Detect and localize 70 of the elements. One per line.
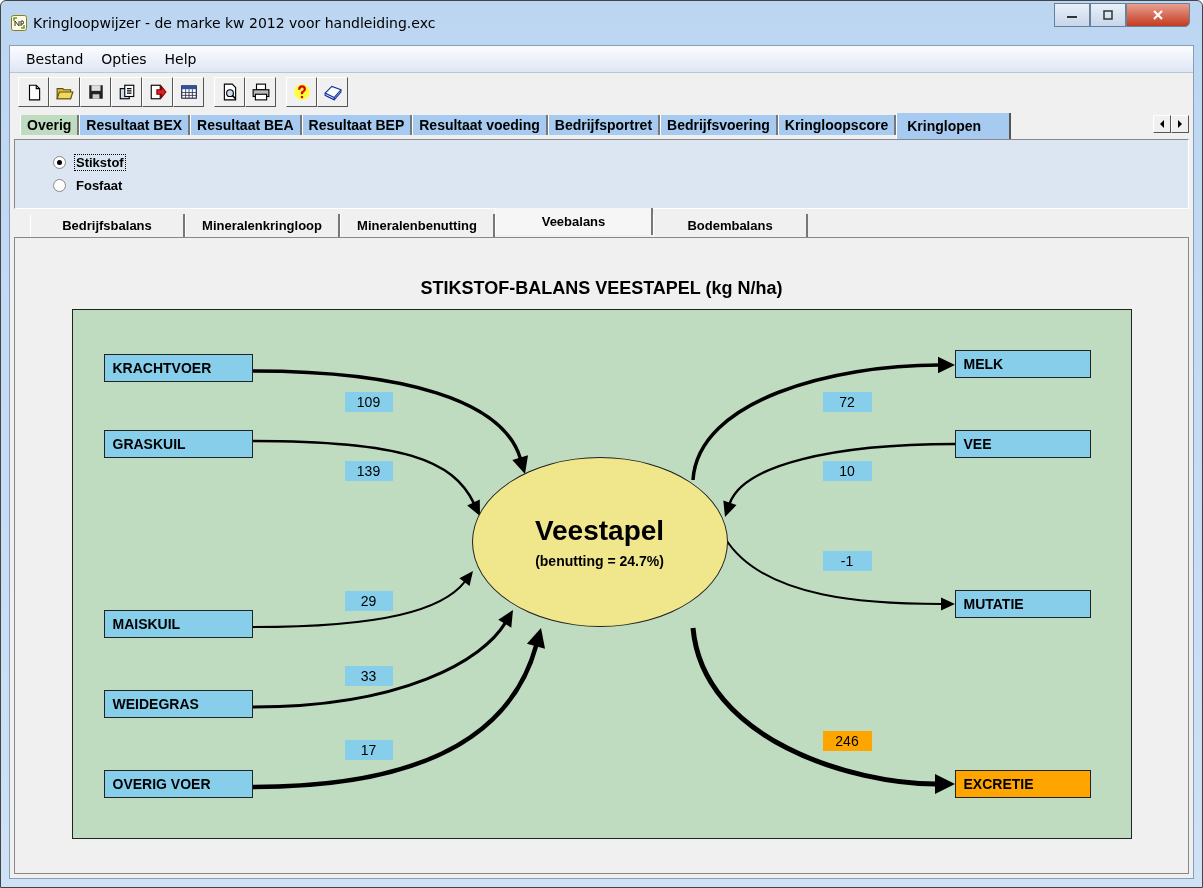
help-button[interactable] xyxy=(286,77,317,107)
center-subtitle: (benutting = 24.7%) xyxy=(535,553,664,569)
output-label: VEE xyxy=(954,430,1091,458)
flow-value: 109 xyxy=(344,392,393,412)
tab[interactable]: Resultaat BEX xyxy=(79,115,191,135)
tab[interactable]: Veebalans xyxy=(495,208,653,235)
print-preview-button[interactable] xyxy=(214,77,245,107)
book-icon xyxy=(323,83,342,101)
input-label: WEIDEGRAS xyxy=(103,690,253,718)
tab[interactable]: Resultaat BEA xyxy=(190,115,302,135)
table-button[interactable] xyxy=(173,77,204,107)
tab[interactable]: Bedrijfsbalans xyxy=(30,214,185,237)
output-label: MUTATIE xyxy=(954,590,1091,618)
tab[interactable]: Resultaat voeding xyxy=(412,115,548,135)
tab[interactable]: Bedrijfsvoering xyxy=(660,115,778,135)
tab[interactable]: Kringlopen xyxy=(896,113,1012,139)
radio-label[interactable]: Stikstof xyxy=(74,154,126,171)
copy-documents-icon xyxy=(117,83,136,101)
copy-documents-button[interactable] xyxy=(111,77,142,107)
help-icon xyxy=(292,83,311,101)
new-file-button[interactable] xyxy=(18,77,49,107)
save-button[interactable] xyxy=(80,77,111,107)
chart-title: STIKSTOF-BALANS VEESTAPEL (kg N/ha) xyxy=(420,278,783,299)
flow-value: 246 xyxy=(822,731,872,751)
close-button[interactable] xyxy=(1126,3,1190,27)
maximize-icon xyxy=(1101,10,1115,20)
printer-icon xyxy=(251,83,270,101)
flow-value: 17 xyxy=(344,740,393,760)
table-icon xyxy=(179,83,198,101)
scroll-left-button[interactable] xyxy=(1153,115,1171,133)
export-icon xyxy=(148,83,167,101)
tab[interactable]: Resultaat BEP xyxy=(301,115,413,135)
radio-label[interactable]: Fosfaat xyxy=(74,177,125,194)
input-label: GRASKUIL xyxy=(103,430,253,458)
input-label: KRACHTVOER xyxy=(103,354,253,382)
maximize-button[interactable] xyxy=(1090,3,1126,27)
tab[interactable]: Bedrijfsportret xyxy=(547,115,661,135)
flow-value: 29 xyxy=(344,591,393,611)
output-label: MELK xyxy=(954,350,1091,378)
tab[interactable]: Kringloopscore xyxy=(777,115,897,135)
flow-value: 72 xyxy=(822,392,872,412)
tab[interactable]: Bodembalans xyxy=(653,214,808,237)
save-icon xyxy=(86,83,105,101)
menu-item[interactable]: Bestand xyxy=(26,51,84,67)
tab[interactable]: Overig xyxy=(20,115,80,135)
center-title: Veestapel xyxy=(534,515,665,547)
radio-button[interactable] xyxy=(53,179,66,192)
app-logo-icon xyxy=(11,15,27,31)
scroll-right-button[interactable] xyxy=(1171,115,1189,133)
minimize-button[interactable] xyxy=(1054,3,1090,27)
menu-item[interactable]: Help xyxy=(164,51,197,67)
menu-item[interactable]: Opties xyxy=(101,51,147,67)
flow-value: 139 xyxy=(344,461,393,481)
input-label: OVERIG VOER xyxy=(103,770,253,798)
right-triangle-icon xyxy=(1176,119,1184,129)
output-label: EXCRETIE xyxy=(954,770,1091,798)
close-icon xyxy=(1151,10,1165,20)
window-title: Kringloopwijzer - de marke kw 2012 voor handleiding.exc xyxy=(33,15,436,31)
left-triangle-icon xyxy=(1158,119,1166,129)
flow-value: 33 xyxy=(344,666,393,686)
flow-value: 10 xyxy=(822,461,872,481)
flow-value: -1 xyxy=(822,551,872,571)
tab[interactable]: Mineralenkringloop xyxy=(185,214,340,237)
folder-button[interactable] xyxy=(49,77,80,107)
printer-button[interactable] xyxy=(245,77,276,107)
export-button[interactable] xyxy=(142,77,173,107)
tab[interactable]: Mineralenbenutting xyxy=(340,214,495,237)
radio-button[interactable] xyxy=(53,156,66,169)
input-label: MAISKUIL xyxy=(103,610,253,638)
book-button[interactable] xyxy=(317,77,348,107)
